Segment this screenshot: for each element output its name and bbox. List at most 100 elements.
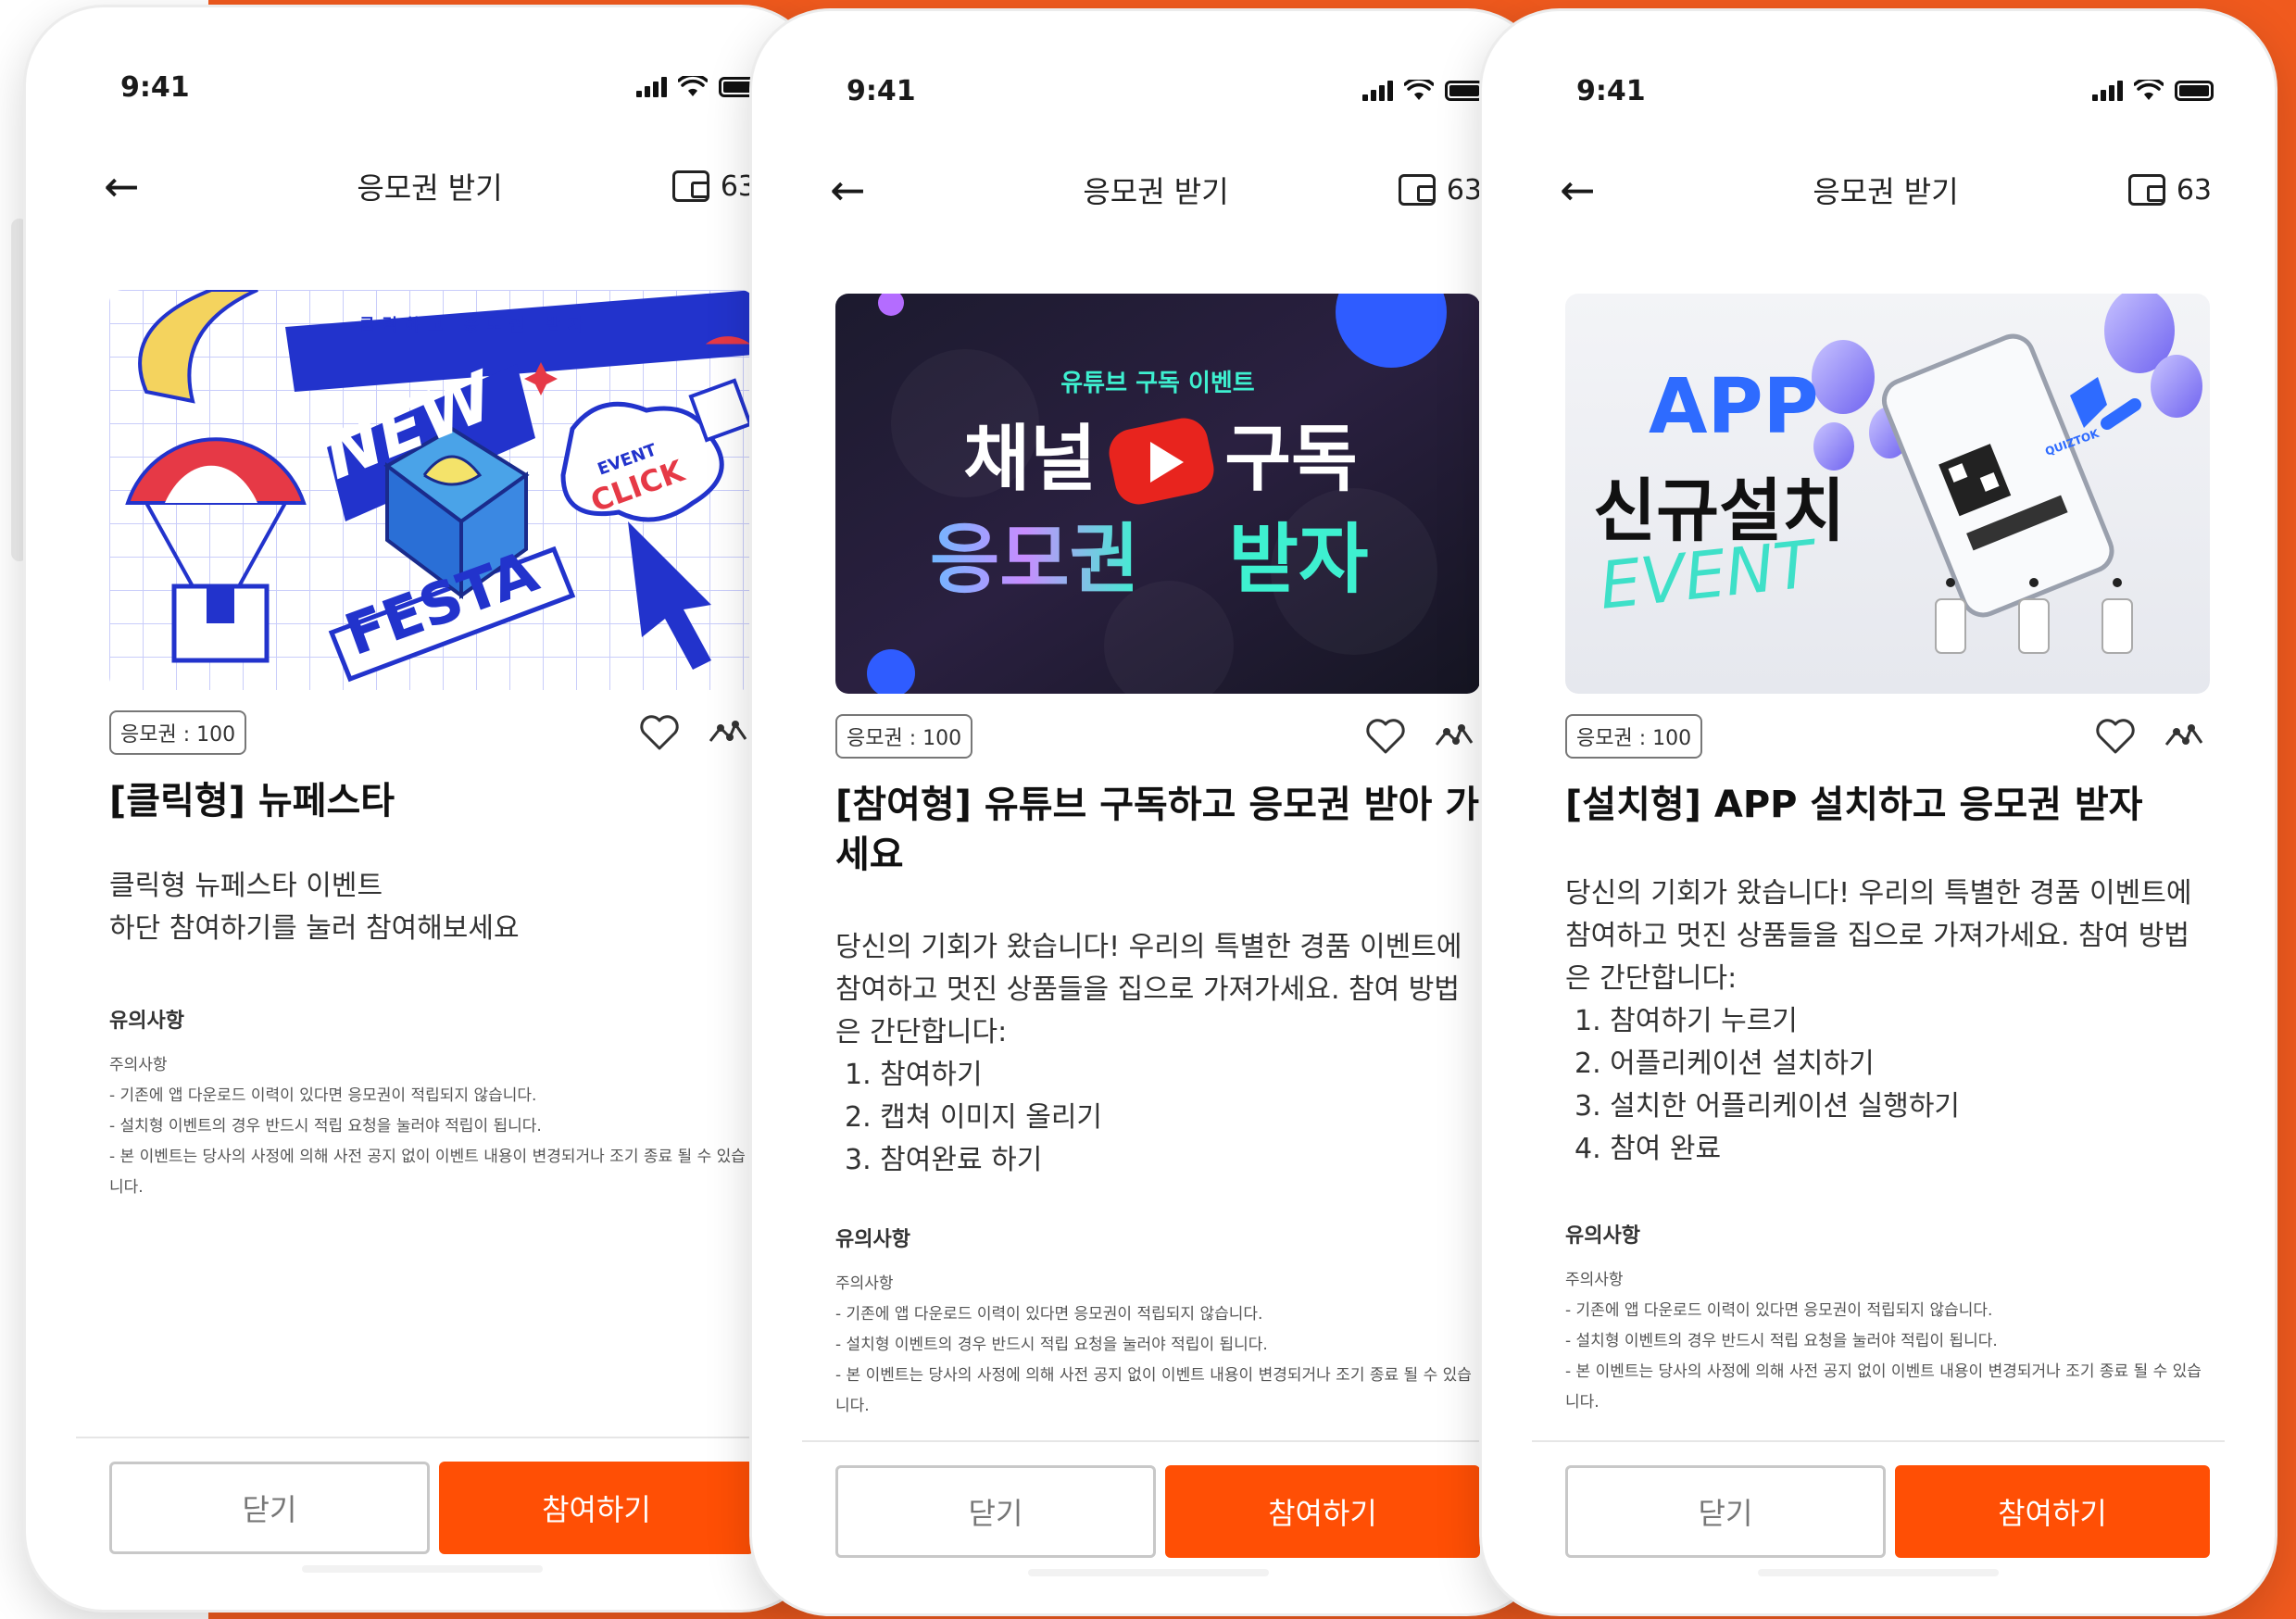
share-icon[interactable] bbox=[708, 719, 748, 747]
action-buttons: 닫기 참여하기 bbox=[1565, 1465, 2210, 1558]
wallet-count: 63 bbox=[1446, 173, 1482, 207]
wallet-icon bbox=[2127, 174, 2165, 206]
event-description: 당신의 기회가 왔습니다! 우리의 특별한 경품 이벤트에 참여하고 멋진 상품… bbox=[835, 926, 1484, 1182]
wallet-counter[interactable]: 63 bbox=[671, 170, 756, 203]
phone-youtube-event: 9:41 ← 응모권 받기 63 유튜브 구독 이벤트 채널 구독 응모권 받자… bbox=[752, 11, 1545, 1613]
wallet-counter[interactable]: 63 bbox=[1398, 173, 1482, 207]
battery-icon bbox=[1445, 81, 1484, 101]
heart-icon[interactable] bbox=[2095, 718, 2136, 755]
back-arrow-icon[interactable]: ← bbox=[104, 165, 140, 207]
back-arrow-icon[interactable]: ← bbox=[830, 169, 866, 211]
banner-line-app: APP bbox=[1649, 363, 1819, 451]
signal-icon bbox=[2092, 81, 2123, 101]
notice-subheading: 주의사항 bbox=[109, 1056, 168, 1074]
notice-line: - 기존에 앱 다운로드 이력이 있다면 응모권이 적립되지 않습니다. bbox=[109, 1086, 537, 1105]
phone-screen: 9:41 ← 응모권 받기 63 bbox=[43, 24, 802, 1593]
phone-screen: 9:41 ← 응모권 받기 63 bbox=[1499, 28, 2258, 1597]
wifi-icon bbox=[1404, 80, 1434, 100]
bottom-divider bbox=[76, 1437, 769, 1438]
bottom-divider bbox=[1532, 1440, 2225, 1442]
event-banner-newfesta[interactable]: 클릭하고 응모권 받자 NEW FESTA EVENT CLICK bbox=[109, 290, 754, 690]
event-actions bbox=[639, 714, 754, 751]
step-list: 1. 참여하기 2. 캡쳐 이미지 올리기 3. 참여완료 하기 bbox=[835, 1054, 1484, 1182]
notice-subheading: 주의사항 bbox=[835, 1274, 894, 1293]
step-item: 3. 설치한 어플리케이션 실행하기 bbox=[1575, 1090, 1961, 1123]
banner-line2-right: 받자 bbox=[1229, 516, 1369, 604]
join-button[interactable]: 참여하기 bbox=[439, 1462, 754, 1554]
heart-icon[interactable] bbox=[1365, 718, 1406, 755]
step-item: 2. 캡쳐 이미지 올리기 bbox=[845, 1101, 1103, 1134]
action-buttons: 닫기 참여하기 bbox=[835, 1465, 1480, 1558]
step-list: 1. 참여하기 누르기 2. 어플리케이션 설치하기 3. 설치한 어플리케이션… bbox=[1565, 1000, 2214, 1171]
wallet-count: 63 bbox=[2176, 173, 2212, 207]
event-title: [참여형] 유튜브 구독하고 응모권 받아 가세요 bbox=[835, 784, 1479, 876]
event-banner-youtube[interactable]: 유튜브 구독 이벤트 채널 구독 응모권 받자 bbox=[835, 294, 1480, 694]
status-bar: 9:41 bbox=[120, 69, 758, 106]
notice-section: 유의사항 주의사항 - 기존에 앱 다운로드 이력이 있다면 응모권이 적립되지… bbox=[835, 1223, 1484, 1422]
notice-heading: 유의사항 bbox=[109, 1010, 184, 1033]
close-button[interactable]: 닫기 bbox=[1565, 1465, 1886, 1558]
wallet-icon bbox=[671, 170, 709, 202]
event-meta: 응모권 : 100 bbox=[109, 709, 754, 756]
wifi-icon bbox=[2134, 80, 2164, 100]
page-title: 응모권 받기 bbox=[1813, 174, 1959, 209]
notice-line: - 본 이벤트는 당사의 사정에 의해 사전 공지 없이 이벤트 내용이 변경되… bbox=[835, 1366, 1472, 1415]
event-meta: 응모권 : 100 bbox=[835, 713, 1480, 759]
battery-icon bbox=[2175, 81, 2214, 101]
banner-youtube-graphic: 유튜브 구독 이벤트 채널 구독 응모권 받자 bbox=[835, 294, 1480, 694]
ticket-badge: 응모권 : 100 bbox=[109, 710, 247, 755]
notice-subheading: 주의사항 bbox=[1565, 1271, 1624, 1289]
join-button[interactable]: 참여하기 bbox=[1895, 1465, 2210, 1558]
join-button[interactable]: 참여하기 bbox=[1165, 1465, 1480, 1558]
share-icon[interactable] bbox=[2164, 722, 2204, 750]
close-button[interactable]: 닫기 bbox=[835, 1465, 1156, 1558]
banner-line1-right: 구독 bbox=[1224, 418, 1358, 501]
notice-line: - 본 이벤트는 당사의 사정에 의해 사전 공지 없이 이벤트 내용이 변경되… bbox=[109, 1148, 746, 1197]
header: ← 응모권 받기 63 bbox=[104, 158, 756, 214]
home-indicator bbox=[302, 1565, 543, 1573]
header: ← 응모권 받기 63 bbox=[830, 162, 1482, 218]
event-title: [설치형] APP 설치하고 응모권 받자 bbox=[1565, 784, 2143, 826]
share-icon[interactable] bbox=[1434, 722, 1474, 750]
phone-screen: 9:41 ← 응모권 받기 63 bbox=[769, 28, 1528, 1597]
ticket-badge: 응모권 : 100 bbox=[835, 714, 973, 759]
close-button[interactable]: 닫기 bbox=[109, 1462, 430, 1554]
notice-line: - 기존에 앱 다운로드 이력이 있다면 응모권이 적립되지 않습니다. bbox=[1565, 1301, 1993, 1320]
description-text: 당신의 기회가 왔습니다! 우리의 특별한 경품 이벤트에 참여하고 멋진 상품… bbox=[835, 931, 1462, 1048]
notice-line: - 설치형 이벤트의 경우 반드시 적립 요청을 눌러야 적립이 됩니다. bbox=[1565, 1332, 1998, 1350]
notice-line: - 설치형 이벤트의 경우 반드시 적립 요청을 눌러야 적립이 됩니다. bbox=[109, 1117, 542, 1136]
notice-heading: 유의사항 bbox=[835, 1228, 910, 1251]
home-indicator bbox=[1028, 1569, 1269, 1576]
wifi-icon bbox=[678, 76, 708, 96]
status-time: 9:41 bbox=[847, 74, 916, 107]
page-title: 응모권 받기 bbox=[1083, 174, 1229, 209]
banner-line2-left: 응모권 bbox=[930, 516, 1139, 604]
phone-install-event: 9:41 ← 응모권 받기 63 APP 신규설치 EVENT QUIZTOK … bbox=[1482, 11, 2275, 1613]
back-arrow-icon[interactable]: ← bbox=[1560, 169, 1596, 211]
description-text: 당신의 기회가 왔습니다! 우리의 특별한 경품 이벤트에 참여하고 멋진 상품… bbox=[1565, 877, 2192, 995]
status-icons bbox=[1362, 80, 1484, 102]
notice-line: - 본 이벤트는 당사의 사정에 의해 사전 공지 없이 이벤트 내용이 변경되… bbox=[1565, 1362, 2202, 1412]
event-description: 당신의 기회가 왔습니다! 우리의 특별한 경품 이벤트에 참여하고 멋진 상품… bbox=[1565, 872, 2214, 1171]
notice-section: 유의사항 주의사항 - 기존에 앱 다운로드 이력이 있다면 응모권이 적립되지… bbox=[109, 1004, 758, 1203]
status-bar: 9:41 bbox=[847, 72, 1484, 109]
notice-section: 유의사항 주의사항 - 기존에 앱 다운로드 이력이 있다면 응모권이 적립되지… bbox=[1565, 1219, 2214, 1418]
header: ← 응모권 받기 63 bbox=[1560, 162, 2212, 218]
heart-icon[interactable] bbox=[639, 714, 680, 751]
signal-icon bbox=[636, 77, 667, 97]
event-banner-app-install[interactable]: APP 신규설치 EVENT QUIZTOK bbox=[1565, 294, 2210, 694]
step-item: 4. 참여 완료 bbox=[1575, 1133, 1722, 1165]
wallet-counter[interactable]: 63 bbox=[2127, 173, 2212, 207]
notice-line: - 기존에 앱 다운로드 이력이 있다면 응모권이 적립되지 않습니다. bbox=[835, 1305, 1263, 1324]
home-indicator bbox=[1758, 1569, 1999, 1576]
step-item: 3. 참여완료 하기 bbox=[845, 1144, 1043, 1176]
phone-click-event: 9:41 ← 응모권 받기 63 클릭하고 응모권 받자 NEW FESTA E… bbox=[26, 7, 819, 1610]
banner-tagline: 클릭하고 응모권 받자 bbox=[359, 316, 591, 335]
event-actions bbox=[1365, 718, 1480, 755]
step-item: 1. 참여하기 누르기 bbox=[1575, 1005, 1798, 1037]
step-item: 2. 어플리케이션 설치하기 bbox=[1575, 1048, 1875, 1080]
banner-line1-left: 채널 bbox=[963, 418, 1097, 501]
page-title: 응모권 받기 bbox=[357, 170, 503, 206]
step-item: 1. 참여하기 bbox=[845, 1059, 983, 1091]
action-buttons: 닫기 참여하기 bbox=[109, 1462, 754, 1554]
